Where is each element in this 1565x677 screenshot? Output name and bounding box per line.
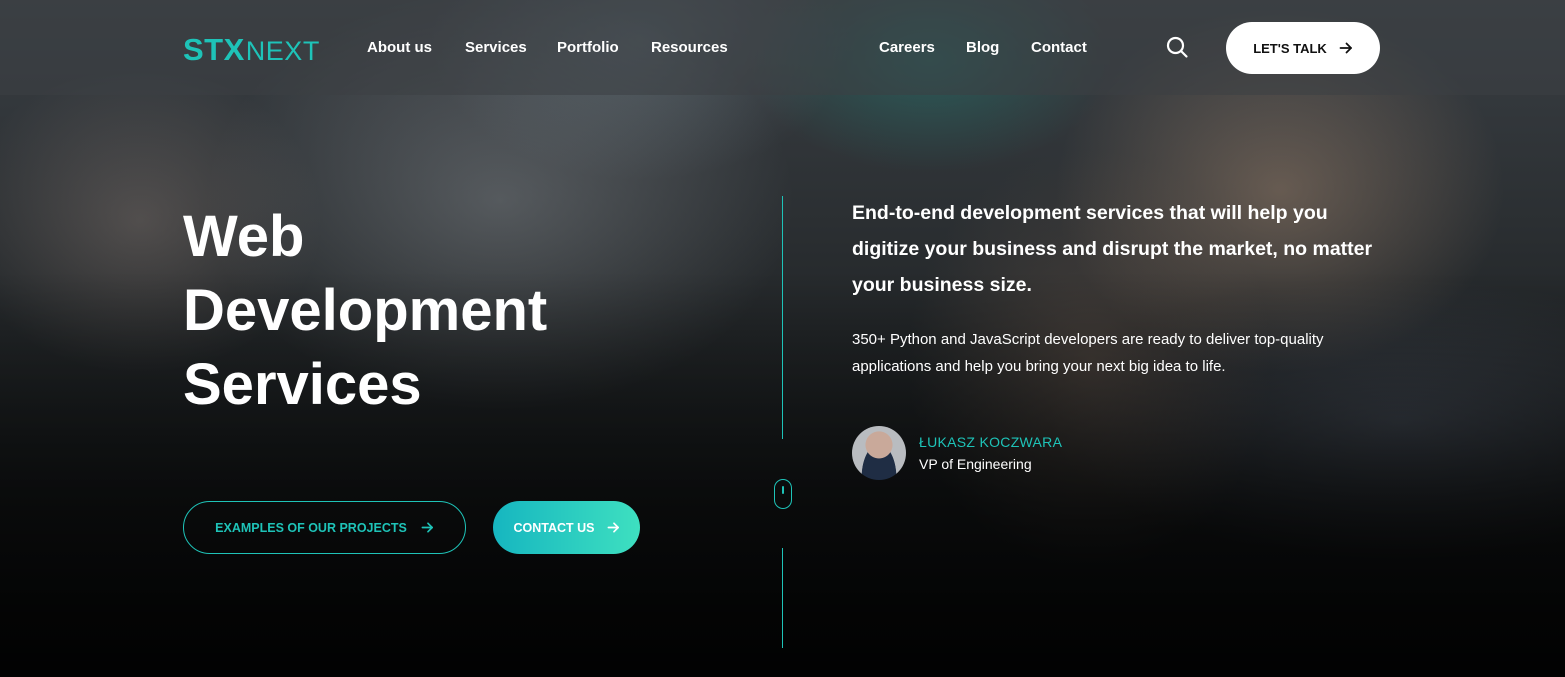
nav-resources[interactable]: Resources — [651, 39, 728, 56]
hero-title-line-3: Services — [183, 352, 422, 417]
nav-contact[interactable]: Contact — [1031, 39, 1087, 56]
search-icon[interactable] — [1165, 35, 1189, 59]
logo-stx: STX — [183, 32, 245, 67]
author-role: VP of Engineering — [919, 456, 1032, 472]
author-avatar — [852, 426, 906, 480]
mouse-wheel — [781, 486, 784, 494]
stx-next-logo[interactable]: STX NEXT — [183, 32, 320, 68]
nav-blog[interactable]: Blog — [966, 39, 999, 56]
nav-portfolio[interactable]: Portfolio — [557, 39, 619, 56]
hero-title-line-1: Web — [183, 204, 305, 269]
divider-line-top — [782, 196, 783, 439]
hero-lead-text: End-to-end development services that wil… — [852, 202, 1373, 296]
contact-us-button[interactable]: CONTACT US — [493, 501, 640, 554]
examples-of-projects-button[interactable]: EXAMPLES OF OUR PROJECTS — [183, 501, 466, 554]
arrow-right-icon — [421, 522, 433, 533]
hero-title: Web Development Services — [183, 200, 547, 422]
divider-line-bottom — [782, 548, 783, 648]
hero-sub-text: 350+ Python and JavaScript developers ar… — [852, 331, 1324, 375]
arrow-right-icon — [1339, 42, 1352, 54]
arrow-right-icon — [607, 522, 619, 533]
logo-next: NEXT — [245, 36, 320, 66]
mouse-scroll-icon[interactable] — [774, 479, 792, 509]
nav-about-us[interactable]: About us — [367, 39, 432, 56]
lets-talk-button[interactable]: LET'S TALK — [1226, 22, 1380, 74]
nav-careers[interactable]: Careers — [879, 39, 935, 56]
lets-talk-label: LET'S TALK — [1253, 40, 1327, 56]
author-name: ŁUKASZ KOCZWARA — [919, 434, 1063, 450]
nav-services[interactable]: Services — [465, 39, 527, 56]
contact-us-label: CONTACT US — [513, 520, 595, 535]
examples-button-label: EXAMPLES OF OUR PROJECTS — [215, 520, 407, 535]
hero-title-line-2: Development — [183, 278, 548, 343]
